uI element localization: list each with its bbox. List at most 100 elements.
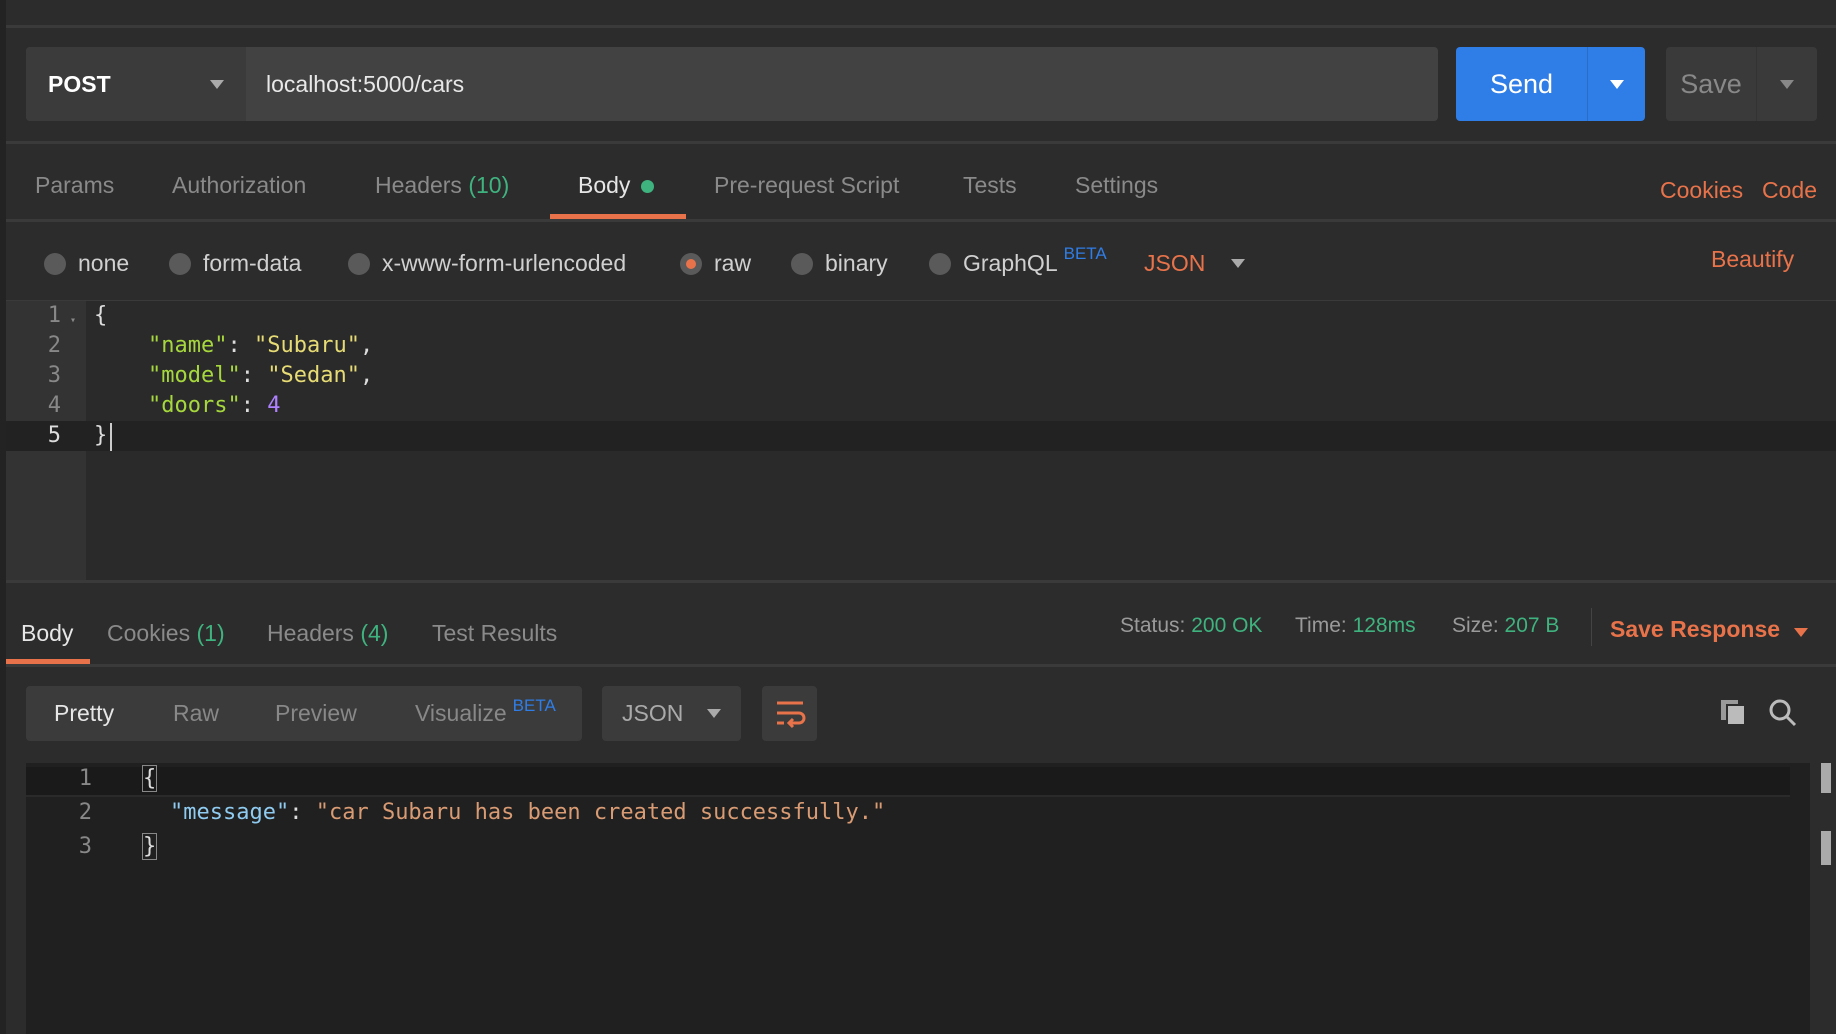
code-line: "name": "Subaru", (148, 333, 373, 358)
active-line (6, 421, 1836, 451)
body-type-urlencoded[interactable]: x-www-form-urlencoded (348, 250, 626, 277)
resp-tab-test-results[interactable]: Test Results (432, 620, 557, 647)
beta-badge: BETA (513, 696, 556, 715)
line-number: 2 (6, 333, 61, 358)
wrap-lines-button[interactable] (762, 686, 817, 741)
radio-selected-icon (680, 253, 702, 275)
tab-authorization[interactable]: Authorization (172, 172, 306, 199)
body-format-select[interactable]: JSON (1144, 250, 1245, 277)
line-number: 2 (36, 800, 92, 825)
status-readout: Status: 200 OK (1120, 614, 1262, 638)
scrollbar-thumb[interactable] (1821, 763, 1831, 793)
copy-icon[interactable] (1719, 698, 1747, 726)
view-preview[interactable]: Preview (275, 700, 357, 727)
resp-tab-cookies[interactable]: Cookies (1) (107, 620, 225, 647)
line-number: 3 (36, 834, 92, 859)
tab-headers[interactable]: Headers (10) (375, 172, 509, 199)
radio-label: raw (714, 250, 751, 277)
tab-label: Headers (375, 172, 462, 198)
code-brace: { (94, 303, 107, 328)
code-brace: } (143, 834, 156, 859)
body-type-none[interactable]: none (44, 250, 129, 277)
method-label: POST (48, 71, 111, 98)
divider (1591, 608, 1592, 646)
tab-pre-request-script[interactable]: Pre-request Script (714, 172, 899, 199)
view-pretty[interactable]: Pretty (54, 700, 114, 727)
radio-label: GraphQL (963, 250, 1058, 277)
radio-icon (169, 253, 191, 275)
view-visualize[interactable]: VisualizeBETA (415, 700, 556, 727)
tab-params[interactable]: Params (35, 172, 114, 199)
radio-icon (44, 253, 66, 275)
chevron-down-icon (1231, 259, 1245, 268)
tab-label: Body (578, 172, 630, 198)
size-readout: Size: 207 B (1452, 614, 1559, 638)
chevron-down-icon (210, 80, 224, 89)
cookies-link[interactable]: Cookies (1660, 177, 1743, 204)
beta-badge: BETA (1064, 244, 1107, 264)
url-text: localhost:5000/cars (266, 71, 464, 98)
method-select[interactable]: POST (26, 47, 246, 121)
send-button-group: Send (1456, 47, 1645, 121)
request-bar: POST localhost:5000/cars (26, 47, 1438, 121)
send-button[interactable]: Send (1456, 47, 1588, 121)
body-type-form-data[interactable]: form-data (169, 250, 301, 277)
code-link[interactable]: Code (1762, 177, 1817, 204)
format-label: JSON (1144, 250, 1205, 277)
response-body-viewer[interactable]: 1 2 3 { "message": "car Subaru has been … (26, 763, 1810, 1034)
tab-body[interactable]: Body (578, 172, 654, 199)
response-format-select[interactable]: JSON (602, 686, 741, 741)
save-options-button[interactable] (1757, 47, 1817, 121)
line-number: 1 (36, 766, 92, 791)
divider (6, 664, 1836, 667)
radio-label: binary (825, 250, 888, 277)
line-number: 4 (6, 393, 61, 418)
fold-icon[interactable]: ▾ (70, 315, 76, 326)
view-raw[interactable]: Raw (173, 700, 219, 727)
headers-count: (10) (468, 172, 509, 198)
code-line: "doors": 4 (148, 393, 280, 418)
radio-icon (929, 253, 951, 275)
active-line (26, 767, 1790, 797)
chevron-down-icon (1780, 80, 1794, 89)
line-number: 1 (6, 303, 61, 328)
resp-tab-body[interactable]: Body (21, 620, 73, 647)
save-button[interactable]: Save (1666, 47, 1757, 121)
body-type-binary[interactable]: binary (791, 250, 888, 277)
body-type-graphql[interactable]: GraphQLBETA (929, 250, 1107, 277)
request-body-editor[interactable]: 1 2 3 4 5 ▾ { "name": "Subaru", "model":… (6, 300, 1836, 583)
wrap-icon (774, 699, 806, 729)
chevron-down-icon (1610, 80, 1624, 89)
radio-label: none (78, 250, 129, 277)
divider (6, 141, 1836, 144)
code-line: "model": "Sedan", (148, 363, 373, 388)
save-response-button[interactable]: Save Response (1610, 616, 1808, 643)
line-number: 3 (6, 363, 61, 388)
radio-icon (791, 253, 813, 275)
line-number: 5 (6, 423, 61, 448)
tab-settings[interactable]: Settings (1075, 172, 1158, 199)
send-options-button[interactable] (1588, 47, 1645, 121)
code-line: "message": "car Subaru has been created … (170, 800, 885, 825)
time-readout: Time: 128ms (1295, 614, 1416, 638)
text-cursor (110, 423, 112, 451)
save-button-group: Save (1666, 47, 1817, 121)
scrollbar-thumb[interactable] (1821, 831, 1831, 865)
format-label: JSON (622, 700, 683, 727)
body-type-raw[interactable]: raw (680, 250, 751, 277)
modified-dot-icon (641, 180, 654, 193)
code-brace: { (143, 766, 156, 791)
resp-tab-headers[interactable]: Headers (4) (267, 620, 388, 647)
divider (6, 219, 1836, 222)
url-input[interactable]: localhost:5000/cars (246, 47, 1438, 121)
code-brace: } (94, 423, 107, 448)
radio-label: x-www-form-urlencoded (382, 250, 626, 277)
radio-icon (348, 253, 370, 275)
tab-tests[interactable]: Tests (963, 172, 1017, 199)
search-icon[interactable] (1768, 698, 1798, 728)
chevron-down-icon (1794, 628, 1808, 637)
chevron-down-icon (707, 709, 721, 718)
beautify-link[interactable]: Beautify (1711, 246, 1794, 273)
radio-label: form-data (203, 250, 301, 277)
divider (6, 25, 1836, 28)
